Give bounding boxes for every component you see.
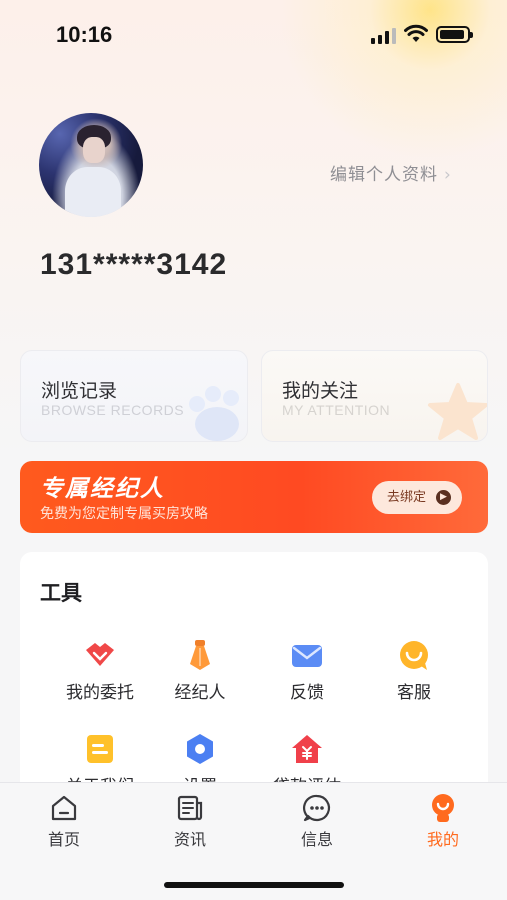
card-subtitle: BROWSE RECORDS [41,402,185,418]
envelope-icon [290,638,324,672]
tool-customer-service[interactable]: 客服 [359,638,469,703]
battery-icon [436,26,473,43]
tool-label: 客服 [397,683,431,703]
card-title: 浏览记录 [41,380,118,402]
status-bar: 10:16 [0,0,507,70]
my-attention-card[interactable]: 我的关注 MY ATTENTION [261,350,488,442]
card-subtitle: MY ATTENTION [282,402,391,418]
bind-agent-button[interactable]: 去绑定 ▶ [372,481,462,514]
about-card-icon [83,732,117,766]
customer-service-icon [397,638,431,672]
tab-label: 资讯 [173,830,206,849]
banner-title: 专属经纪人 [40,476,165,502]
profile-icon [428,793,458,823]
avatar[interactable] [39,113,143,217]
browse-records-card[interactable]: 浏览记录 BROWSE RECORDS [20,350,248,442]
tool-my-entrust[interactable]: 我的委托 [45,638,155,703]
bind-button-label: 去绑定 [387,490,427,505]
edit-profile-label: 编辑个人资料 [330,165,438,185]
wifi-icon [404,24,428,42]
tab-mine[interactable]: 我的 [403,793,483,850]
cellular-signal-icon [371,28,396,44]
tool-feedback[interactable]: 反馈 [252,638,362,703]
handshake-icon [83,638,117,672]
loan-house-icon [290,732,324,766]
news-icon [175,793,205,823]
card-title: 我的关注 [282,380,359,402]
arrow-right-icon: ▶ [436,490,451,505]
tools-panel: 工具 我的委托 经纪人 反馈 客服 [20,552,488,812]
tab-home[interactable]: 首页 [24,793,104,850]
settings-hexagon-icon [183,732,217,766]
tool-label: 反馈 [290,683,324,703]
star-icon [428,383,487,440]
status-time: 10:16 [56,22,113,47]
tab-news[interactable]: 资讯 [150,793,230,850]
message-icon [302,793,332,823]
phone-number: 131*****3142 [40,248,228,281]
tab-label: 信息 [300,830,333,849]
tool-label: 经纪人 [174,683,226,703]
edit-profile-link[interactable]: 编辑个人资料 › [330,160,452,185]
tab-messages[interactable]: 信息 [277,793,357,850]
agent-tie-icon [183,638,217,672]
tool-agent[interactable]: 经纪人 [145,638,255,703]
paw-icon [189,386,239,441]
tool-label: 我的委托 [66,683,134,703]
tab-label: 首页 [47,830,80,849]
tools-title: 工具 [40,581,82,605]
home-indicator [164,882,344,888]
home-icon [49,793,79,823]
chevron-right-icon: › [444,165,452,185]
tab-label: 我的 [426,830,459,849]
exclusive-agent-banner[interactable]: 专属经纪人 免费为您定制专属买房攻略 去绑定 ▶ [20,461,488,533]
banner-subtitle: 免费为您定制专属买房攻略 [40,506,208,522]
